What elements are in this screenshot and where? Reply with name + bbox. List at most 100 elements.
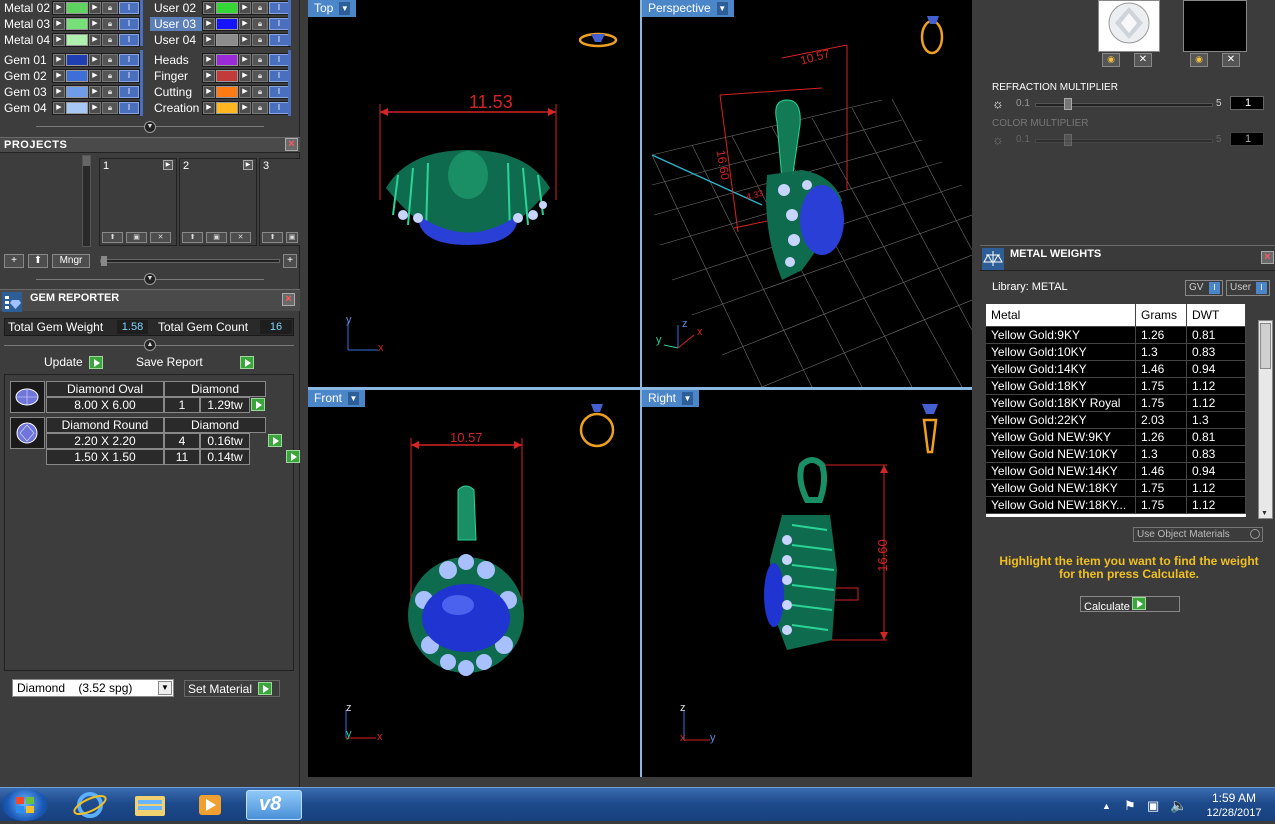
- play-icon[interactable]: ▶: [203, 18, 215, 30]
- table-row[interactable]: Yellow Gold:18KY Royal 1.75 1.12: [986, 395, 1246, 412]
- material-picker-icon[interactable]: ◉: [1190, 53, 1208, 67]
- metal-table-scrollbar[interactable]: ▼: [1258, 320, 1273, 519]
- play-icon[interactable]: ▶: [53, 70, 65, 82]
- lock-icon[interactable]: 🔒︎: [102, 86, 118, 98]
- lock-icon[interactable]: 🔒︎: [102, 70, 118, 82]
- layer-label[interactable]: User 03: [150, 17, 202, 31]
- viewport-top[interactable]: Top ▼ 11.53 y x: [308, 0, 640, 387]
- layer-row[interactable]: User 04 ▶ ▶ 🔒︎ I: [150, 32, 290, 48]
- table-row[interactable]: Yellow Gold NEW:18KY 1.75 1.12: [986, 480, 1246, 497]
- layer-color-swatch[interactable]: [66, 86, 88, 98]
- table-row[interactable]: Yellow Gold NEW:9KY 1.26 0.81: [986, 429, 1246, 446]
- play-icon[interactable]: ▶: [203, 34, 215, 46]
- table-row[interactable]: Yellow Gold NEW:18KY... 1.75 1.12: [986, 497, 1246, 514]
- layer-row[interactable]: Gem 02 ▶ ▶ 🔒︎ I: [0, 68, 140, 84]
- collapse-projects-button[interactable]: ▼: [144, 273, 156, 285]
- table-row[interactable]: Yellow Gold:18KY 1.75 1.12: [986, 378, 1246, 395]
- play-icon[interactable]: ▶: [239, 86, 251, 98]
- layer-label[interactable]: Metal 03: [0, 17, 52, 31]
- play-icon[interactable]: ▶: [239, 102, 251, 114]
- project-slot-1[interactable]: 1 ▶ ⬆ ▣ ✕: [99, 158, 177, 246]
- gem-count[interactable]: 11: [164, 449, 200, 465]
- play-icon[interactable]: ▶: [239, 70, 251, 82]
- gem-count[interactable]: 4: [164, 433, 200, 449]
- use-object-materials-toggle[interactable]: Use Object Materials: [1133, 527, 1263, 542]
- play-icon[interactable]: ▶: [163, 160, 173, 170]
- visibility-icon[interactable]: I: [119, 34, 139, 46]
- visibility-icon[interactable]: I: [119, 102, 139, 114]
- play-icon[interactable]: ▶: [53, 86, 65, 98]
- lock-icon[interactable]: 🔒︎: [102, 102, 118, 114]
- projects-close-button[interactable]: ×: [285, 138, 298, 151]
- viewport-splitter-horizontal[interactable]: [308, 387, 972, 390]
- gem-size[interactable]: 1.50 X 1.50: [46, 449, 164, 465]
- color-material-swatch[interactable]: [1183, 0, 1247, 52]
- action-center-flag-icon[interactable]: ⚑: [1124, 798, 1136, 814]
- column-header-dwt[interactable]: DWT: [1187, 304, 1246, 326]
- viewport-right[interactable]: Right ▼ 16.60 z x y: [642, 390, 972, 777]
- file-explorer-icon[interactable]: [124, 790, 176, 820]
- volume-icon[interactable]: 🔈: [1170, 797, 1187, 814]
- gem-reporter-close-button[interactable]: ×: [282, 293, 295, 306]
- play-icon[interactable]: ▶: [53, 18, 65, 30]
- color-multiplier-knob[interactable]: [1064, 134, 1072, 146]
- layer-label[interactable]: Gem 04: [0, 101, 52, 115]
- save-icon[interactable]: ▣: [286, 232, 298, 243]
- gem-weight[interactable]: 0.16tw: [200, 433, 250, 449]
- play-icon[interactable]: ▶: [203, 2, 215, 14]
- visibility-icon[interactable]: I: [269, 2, 289, 14]
- gem-size[interactable]: 2.20 X 2.20: [46, 433, 164, 449]
- delete-icon[interactable]: ✕: [230, 232, 251, 243]
- layer-color-swatch[interactable]: [216, 2, 238, 14]
- visibility-icon[interactable]: I: [269, 18, 289, 30]
- layer-label[interactable]: Metal 02: [0, 1, 52, 15]
- projects-scrollbar[interactable]: [82, 155, 91, 247]
- upload-icon[interactable]: ⬆: [102, 232, 123, 243]
- media-player-icon[interactable]: [184, 790, 236, 820]
- layer-label[interactable]: Heads: [150, 53, 202, 67]
- gem-shape[interactable]: Diamond Round: [46, 417, 164, 433]
- visibility-icon[interactable]: I: [119, 54, 139, 66]
- layer-color-swatch[interactable]: [216, 86, 238, 98]
- layer-row[interactable]: Heads ▶ ▶ 🔒︎ I: [150, 52, 290, 68]
- layer-label[interactable]: Metal 04: [0, 33, 52, 47]
- layer-label[interactable]: Gem 03: [0, 85, 52, 99]
- column-header-grams[interactable]: Grams: [1136, 304, 1187, 326]
- layer-color-swatch[interactable]: [66, 70, 88, 82]
- layer-row[interactable]: User 02 ▶ ▶ 🔒︎ I: [150, 0, 290, 16]
- play-icon[interactable]: ▶: [89, 18, 101, 30]
- play-icon[interactable]: ▶: [89, 34, 101, 46]
- gem-count[interactable]: 1: [164, 397, 200, 413]
- play-icon[interactable]: ▶: [53, 54, 65, 66]
- layer-row[interactable]: Gem 03 ▶ ▶ 🔒︎ I: [0, 84, 140, 100]
- layer-color-swatch[interactable]: [66, 18, 88, 30]
- chevron-down-icon[interactable]: ▼: [1261, 510, 1268, 517]
- visibility-icon[interactable]: I: [269, 70, 289, 82]
- table-row[interactable]: Yellow Gold:22KY 2.03 1.3: [986, 412, 1246, 429]
- gem-material[interactable]: Diamond: [164, 417, 266, 433]
- play-icon[interactable]: ▶: [89, 102, 101, 114]
- remove-material-icon[interactable]: ✕: [1222, 53, 1240, 67]
- play-icon[interactable]: ▶: [243, 160, 253, 170]
- play-icon[interactable]: ▶: [89, 70, 101, 82]
- project-slot-2[interactable]: 2 ▶ ⬆ ▣ ✕: [179, 158, 257, 246]
- lock-icon[interactable]: 🔒︎: [252, 86, 268, 98]
- material-select[interactable]: Diamond (3.52 spg) ▼: [12, 679, 174, 697]
- layer-label[interactable]: Gem 01: [0, 53, 52, 67]
- select-gem-button[interactable]: [285, 450, 300, 463]
- lock-icon[interactable]: 🔒︎: [252, 54, 268, 66]
- table-row[interactable]: Yellow Gold NEW:10KY 1.3 0.83: [986, 446, 1246, 463]
- gv-library-toggle[interactable]: GV I: [1185, 280, 1223, 296]
- network-icon[interactable]: ▣: [1147, 798, 1159, 814]
- play-icon[interactable]: ▶: [239, 18, 251, 30]
- save-report-button[interactable]: Save Report: [136, 355, 254, 369]
- collapse-gem-stats-button[interactable]: ▲: [144, 339, 156, 351]
- lock-icon[interactable]: 🔒︎: [252, 70, 268, 82]
- table-row[interactable]: Yellow Gold:14KY 1.46 0.94: [986, 361, 1246, 378]
- material-picker-icon[interactable]: ◉: [1102, 53, 1120, 67]
- play-icon[interactable]: ▶: [203, 102, 215, 114]
- project-slot-3[interactable]: 3 ⬆ ▣: [259, 158, 300, 246]
- gem-weight[interactable]: 1.29tw: [200, 397, 250, 413]
- gem-shape[interactable]: Diamond Oval: [46, 381, 164, 397]
- layer-color-swatch[interactable]: [66, 34, 88, 46]
